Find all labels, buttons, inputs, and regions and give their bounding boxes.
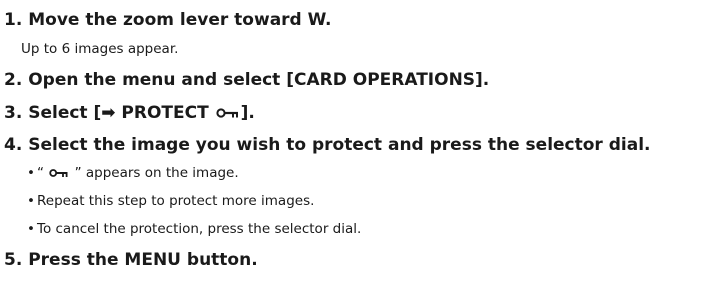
step-3-number: 3. bbox=[4, 103, 23, 123]
step-5: 5. Press the MENU button. bbox=[4, 249, 258, 271]
bullet-2-text: Repeat this step to protect more images. bbox=[37, 193, 315, 209]
step-1-number: 1. bbox=[4, 10, 23, 30]
step-1-note: Up to 6 images appear. bbox=[21, 41, 179, 57]
step-1: 1. Move the zoom lever toward W. bbox=[4, 9, 331, 31]
bullet-3-text: To cancel the protection, press the sele… bbox=[37, 221, 362, 237]
step-4-number: 4. bbox=[4, 135, 23, 155]
step-2-number: 2. bbox=[4, 70, 23, 90]
step-2: 2. Open the menu and select [CARD OPERAT… bbox=[4, 69, 489, 91]
bullet-marker: • bbox=[27, 193, 35, 209]
step-4: 4. Select the image you wish to protect … bbox=[4, 134, 651, 156]
bullet-1-text-before: “ bbox=[37, 165, 49, 181]
key-icon bbox=[216, 107, 240, 119]
step-4-bullet-2: • Repeat this step to protect more images… bbox=[27, 192, 314, 210]
step-3-text-after: ]. bbox=[240, 103, 255, 123]
step-5-text: Press the MENU button. bbox=[28, 250, 258, 270]
step-4-bullet-3: • To cancel the protection, press the sel… bbox=[27, 220, 361, 238]
bullet-1-text-after: ” appears on the image. bbox=[70, 165, 239, 181]
key-icon bbox=[49, 168, 69, 178]
bullet-marker: • bbox=[27, 221, 35, 237]
step-5-number: 5. bbox=[4, 250, 23, 270]
step-2-text: Open the menu and select [CARD OPERATION… bbox=[28, 70, 490, 90]
bullet-marker: • bbox=[27, 165, 35, 181]
step-3-text-before: Select [➡ PROTECT bbox=[28, 103, 215, 123]
step-4-bullet-1: • “ ” appears on the image. bbox=[27, 164, 239, 182]
step-4-text: Select the image you wish to protect and… bbox=[28, 135, 651, 155]
step-1-text: Move the zoom lever toward W. bbox=[28, 10, 332, 30]
step-3: 3. Select [➡ PROTECT ]. bbox=[4, 102, 255, 124]
instructions-page: 1. Move the zoom lever toward W. Up to 6… bbox=[4, 0, 710, 292]
